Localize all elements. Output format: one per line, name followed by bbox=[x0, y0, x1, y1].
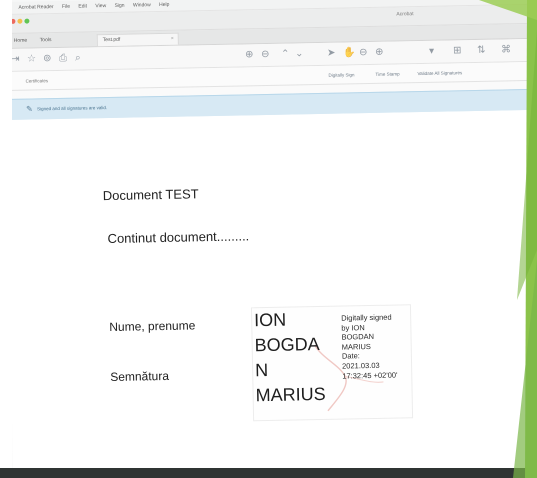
green-slide-accent bbox=[479, 0, 537, 478]
zoom-in-tool-icon[interactable]: ⊕ bbox=[375, 47, 384, 59]
tab-home[interactable]: Home bbox=[9, 35, 33, 46]
signer-name-line: ION bbox=[254, 309, 287, 331]
search-icon[interactable]: ⌕ bbox=[75, 53, 81, 65]
signature-pen-icon: ✎ bbox=[26, 104, 33, 114]
document-title: Document TEST bbox=[102, 186, 199, 204]
menu-sign[interactable]: Sign bbox=[114, 0, 124, 12]
tab-tools[interactable]: Tools bbox=[35, 35, 57, 46]
document-content: Continut document......... bbox=[107, 228, 250, 247]
signer-name-line: MARIUS bbox=[255, 383, 326, 406]
zoom-out-tool-icon[interactable]: ⊖ bbox=[359, 47, 368, 59]
zoom-in-icon[interactable]: ⊕ bbox=[245, 49, 254, 61]
select-pointer-icon[interactable]: ➤ bbox=[327, 48, 336, 60]
window-title: Acrobat bbox=[396, 11, 414, 18]
menu-edit[interactable]: Edit bbox=[78, 0, 87, 12]
signer-name-line: BOGDA bbox=[254, 334, 320, 356]
signature-info-line: 17:32:45 +02'00' bbox=[342, 370, 398, 381]
photo-frame: Acrobat Reader File Edit View Sign Windo… bbox=[0, 0, 537, 478]
bookmark-icon[interactable]: ☆ bbox=[27, 53, 36, 65]
name-field-label: Nume, prenume bbox=[109, 318, 196, 335]
signature-status-text: Signed and all signatures are valid. bbox=[37, 105, 108, 112]
left-margin-strip bbox=[0, 0, 12, 478]
menu-window[interactable]: Window bbox=[133, 0, 151, 12]
page-down-icon[interactable]: ⌄ bbox=[295, 48, 304, 60]
menu-view[interactable]: View bbox=[95, 0, 106, 12]
tab-document[interactable]: Test.pdf × bbox=[96, 32, 179, 47]
sidebar-toggle-icon[interactable]: ⇥ bbox=[11, 54, 20, 66]
menu-file[interactable]: File bbox=[62, 1, 70, 13]
menu-app-name[interactable]: Acrobat Reader bbox=[18, 1, 53, 14]
tab-document-label: Test.pdf bbox=[102, 36, 121, 44]
upload-icon[interactable]: ⊚ bbox=[43, 53, 52, 65]
minimize-window-button[interactable] bbox=[17, 18, 23, 24]
zoom-window-button[interactable] bbox=[24, 18, 30, 24]
signature-info-block: Digitally signed by ION BOGDAN MARIUS Da… bbox=[341, 312, 412, 381]
digitally-sign-button[interactable]: Digitally Sign bbox=[328, 72, 354, 77]
time-stamp-button[interactable]: Time Stamp bbox=[375, 71, 399, 76]
signer-name-block: ION BOGDA N MARIUS bbox=[254, 307, 340, 409]
signature-field-label: Semnătura bbox=[110, 368, 170, 385]
menu-help[interactable]: Help bbox=[159, 0, 170, 11]
hand-tool-icon[interactable]: ✋ bbox=[343, 47, 356, 59]
page-up-icon[interactable]: ⌃ bbox=[281, 49, 290, 61]
print-icon[interactable]: ⎙ bbox=[59, 53, 67, 65]
tab-close-icon[interactable]: × bbox=[171, 34, 174, 45]
signer-name-line: N bbox=[254, 359, 269, 381]
zoom-out-icon[interactable]: ⊖ bbox=[261, 49, 270, 61]
certificates-label: Certificates bbox=[25, 78, 49, 84]
